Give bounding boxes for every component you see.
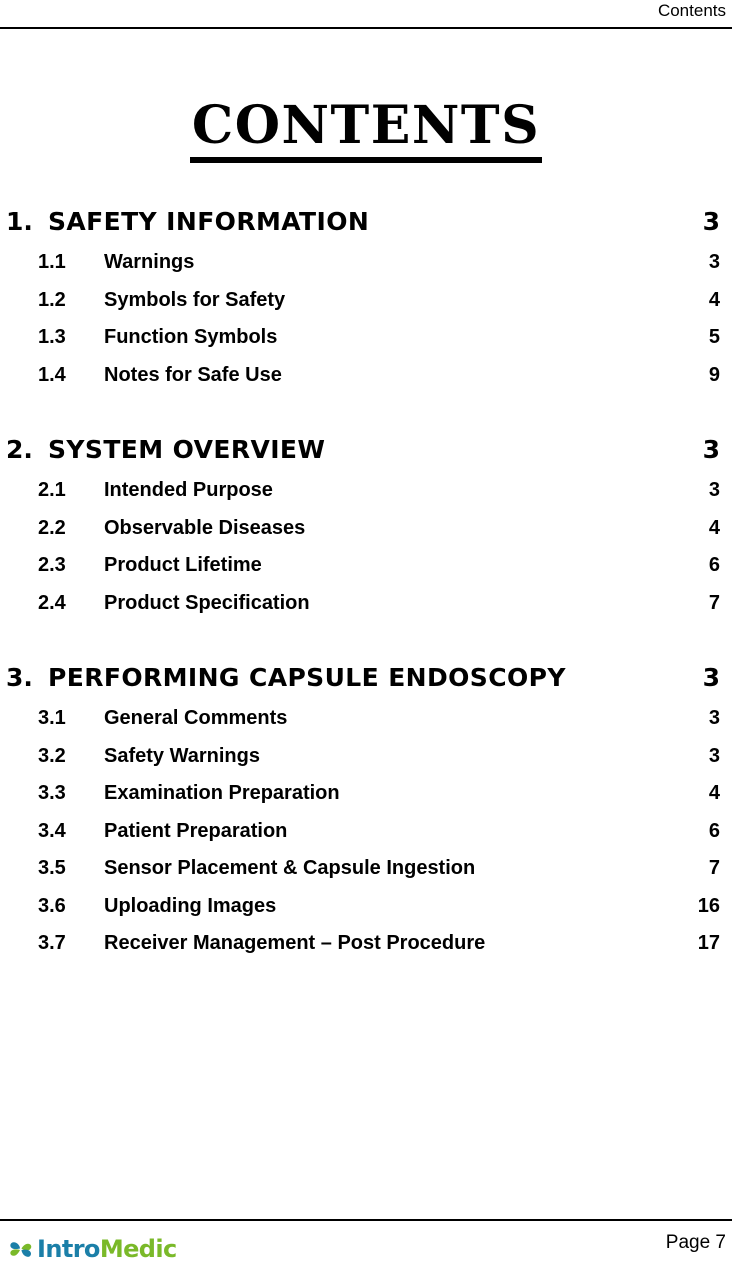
brand-name-secondary: Medic [99, 1235, 177, 1263]
toc-section-spacer [0, 397, 732, 433]
toc-section-page-number: 3 [702, 435, 720, 464]
toc-entry-page-number: 3 [708, 251, 720, 273]
toc-entry[interactable]: 1.1 Warnings 3 [0, 247, 732, 285]
clover-icon [10, 1242, 32, 1257]
toc-section-page-number: 3 [702, 207, 720, 236]
header-divider [0, 27, 732, 29]
toc-section-heading[interactable]: 2. SYSTEM OVERVIEW 3 [0, 433, 732, 475]
toc-entry[interactable]: 2.4 Product Specification 7 [0, 588, 732, 626]
toc-entry-page-number: 3 [708, 479, 720, 501]
toc-entry[interactable]: 3.2 Safety Warnings 3 [0, 741, 732, 779]
toc-section: 2. SYSTEM OVERVIEW 3 2.1 Intended Purpose 3 2.… [0, 433, 732, 625]
page-footer: IntroMedic Page 7 [0, 1219, 732, 1283]
toc-entry-page-number: 4 [708, 516, 720, 539]
toc-entry[interactable]: 2.2 Observable Diseases 4 [0, 513, 732, 551]
toc-entry[interactable]: 2.3 Product Lifetime 6 [0, 550, 732, 588]
toc-entry-page-number: 4 [708, 782, 720, 804]
toc-entry[interactable]: 1.2 Symbols for Safety 4 [0, 285, 732, 323]
toc-entry[interactable]: 1.4 Notes for Safe Use 9 [0, 360, 732, 398]
toc-entry-page-number: 7 [708, 857, 720, 879]
table-of-contents: 1. SAFETY INFORMATION 3 1.1 Warnings 3 1.2 Symb… [0, 205, 732, 966]
toc-section-page-number: 3 [702, 663, 720, 692]
toc-entry[interactable]: 3.6 Uploading Images 16 [0, 891, 732, 929]
document-page: Contents CONTENTS 1. SAFETY INFORMATION 3 1… [0, 0, 732, 1283]
toc-entry[interactable]: 3.4 Patient Preparation 6 [0, 816, 732, 854]
toc-entry-page-number: 5 [708, 326, 720, 348]
toc-section-heading[interactable]: 1. SAFETY INFORMATION 3 [0, 205, 732, 247]
toc-entry-page-number: 17 [697, 932, 720, 954]
toc-section-spacer [0, 625, 732, 661]
toc-entry[interactable]: 3.5 Sensor Placement & Capsule Ingestion 7 [0, 853, 732, 891]
toc-entry[interactable]: 3.3 Examination Preparation 4 [0, 778, 732, 816]
page-header: Contents [0, 0, 732, 30]
footer-page-number: Page 7 [665, 1232, 726, 1253]
toc-entry-page-number: 6 [708, 554, 720, 576]
toc-entry-page-number: 9 [708, 363, 720, 386]
page-title: CONTENTS [189, 98, 543, 163]
toc-entry[interactable]: 2.1 Intended Purpose 3 [0, 475, 732, 513]
brand-logo: IntroMedic [8, 1235, 177, 1263]
brand-name-primary: Intro [37, 1235, 100, 1263]
toc-entry-page-number: 6 [708, 819, 720, 842]
toc-section: 3. PERFORMING CAPSULE ENDOSCOPY 3 3.1 Genera… [0, 661, 732, 966]
toc-entry[interactable]: 3.1 General Comments 3 [0, 703, 732, 741]
toc-entry-page-number: 3 [708, 707, 720, 729]
toc-entry-page-number: 7 [708, 591, 720, 614]
toc-entry[interactable]: 1.3 Function Symbols 5 [0, 322, 732, 360]
brand-logo-text: IntroMedic [37, 1236, 177, 1262]
header-section-label: Contents [657, 1, 726, 20]
toc-section: 1. SAFETY INFORMATION 3 1.1 Warnings 3 1.2 Symb… [0, 205, 732, 397]
toc-section-heading[interactable]: 3. PERFORMING CAPSULE ENDOSCOPY 3 [0, 661, 732, 703]
toc-entry[interactable]: 3.7 Receiver Management – Post Procedure 1… [0, 928, 732, 966]
toc-entry-page-number: 4 [708, 288, 720, 311]
toc-entry-page-number: 16 [697, 894, 720, 917]
page-title-container: CONTENTS [0, 98, 732, 163]
toc-entry-page-number: 3 [708, 744, 720, 767]
footer-divider [0, 1219, 732, 1221]
